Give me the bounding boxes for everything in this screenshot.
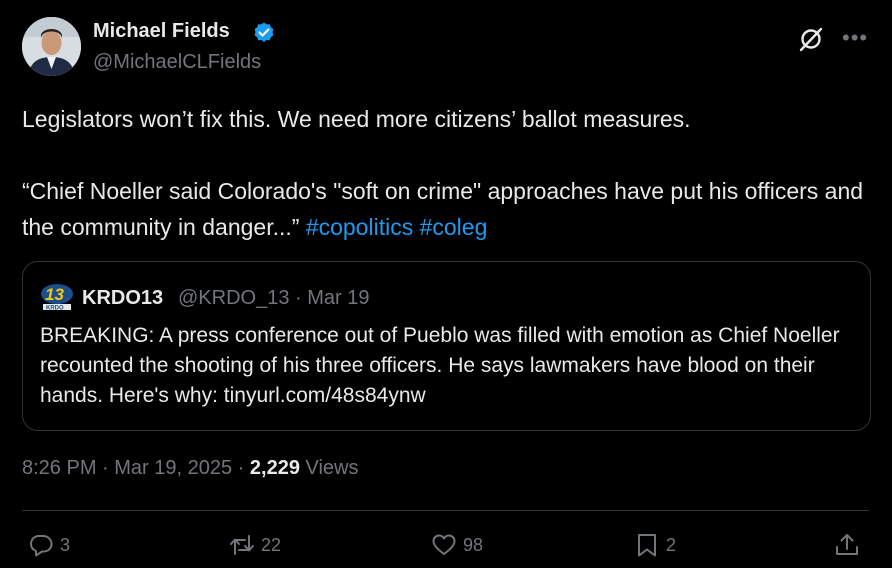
bookmark-button[interactable]: 2 xyxy=(634,531,676,559)
bookmark-icon xyxy=(638,534,656,557)
hashtag-copolitics[interactable]: #copolitics xyxy=(306,214,413,240)
krdo-logo-icon: 13 KRDO xyxy=(40,283,74,312)
reply-count: 3 xyxy=(60,534,71,555)
views-count: 2,229 xyxy=(249,457,300,479)
avatar[interactable] xyxy=(22,17,81,76)
heart-icon xyxy=(432,534,456,555)
quote-text: BREAKING: A press conference out of Pueb… xyxy=(40,324,840,407)
tweet-line-1: Legislators won’t fix this. We need more… xyxy=(22,106,691,132)
reply-icon xyxy=(30,535,53,557)
svg-text:KRDO: KRDO xyxy=(46,306,64,312)
bookmark-count: 2 xyxy=(666,534,677,555)
repost-count: 22 xyxy=(261,534,282,555)
repost-button[interactable]: 22 xyxy=(229,531,281,559)
timestamp[interactable]: 8:26 PM · Mar 19, 2025 · xyxy=(22,457,250,479)
reply-button[interactable]: 3 xyxy=(28,531,70,559)
like-count: 98 xyxy=(463,534,484,555)
like-button[interactable]: 98 xyxy=(431,531,483,559)
grok-icon[interactable] xyxy=(797,25,825,53)
tweet-line-2: “Chief Noeller said Colorado's "soft on … xyxy=(22,173,882,245)
share-icon xyxy=(836,534,858,555)
verified-badge-icon xyxy=(252,21,276,45)
tweet-meta: 8:26 PM · Mar 19, 2025 · 2,229 Views xyxy=(22,457,359,480)
divider xyxy=(22,510,869,511)
author-name[interactable]: Michael Fields xyxy=(93,20,230,43)
quote-author-name[interactable]: KRDO13 xyxy=(82,287,163,310)
share-button[interactable] xyxy=(834,531,866,559)
author-handle[interactable]: @MichaelCLFields xyxy=(93,51,261,74)
hashtag-coleg[interactable]: #coleg xyxy=(420,214,488,240)
quote-author-handle[interactable]: @KRDO_13 · Mar 19 xyxy=(178,287,369,310)
tweet-text: Legislators won’t fix this. We need more… xyxy=(22,101,882,245)
views-label: Views xyxy=(299,457,359,479)
more-options-icon[interactable]: ••• xyxy=(842,25,868,51)
svg-text:13: 13 xyxy=(45,285,64,304)
repost-icon xyxy=(230,535,254,555)
